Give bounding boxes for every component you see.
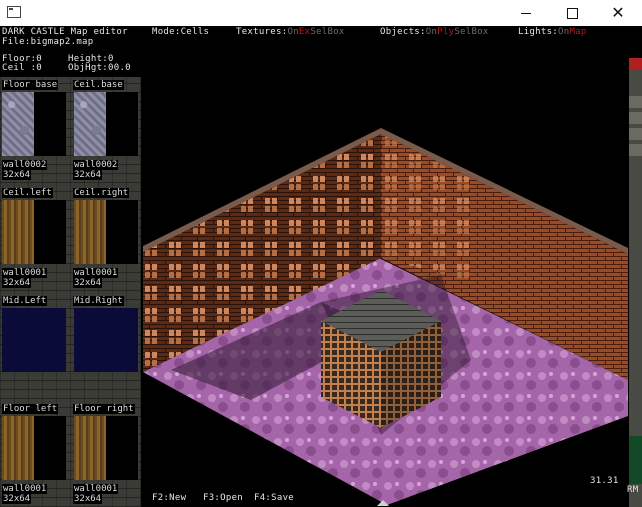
mid-right-label: Mid.Right — [73, 296, 124, 306]
tool-icon-active[interactable] — [629, 58, 642, 70]
ceil-left-label: Ceil.left — [2, 188, 53, 198]
close-button[interactable]: ✕ — [595, 0, 641, 26]
window-titlebar: ✕ — [0, 0, 642, 26]
objects-ply[interactable]: Ply — [437, 27, 454, 37]
objects-toggle[interactable]: Objects:OnPlySelBox — [380, 27, 489, 37]
mode-toggle[interactable]: Mode:Cells — [152, 27, 209, 37]
ceil-right-label: Ceil.right — [73, 188, 130, 198]
tool-icon-2[interactable] — [629, 112, 642, 124]
floor-left-texname: wall0001 — [2, 484, 48, 494]
ceil-base-texture[interactable] — [74, 92, 138, 156]
f3-open-shortcut[interactable]: F3:Open — [203, 493, 243, 503]
maximize-button[interactable] — [549, 0, 595, 26]
objhgt-value[interactable]: ObjHgt:00.0 — [68, 63, 131, 73]
mid-left-texture[interactable] — [2, 308, 66, 372]
tool-icon-1[interactable] — [629, 96, 642, 108]
objects-label: Objects: — [380, 27, 426, 37]
rm-indicator: RM — [627, 485, 639, 495]
textures-toggle[interactable]: Textures:OnExSelBox — [236, 27, 345, 37]
f2-new-shortcut[interactable]: F2:New — [152, 493, 186, 503]
textures-label: Textures: — [236, 27, 288, 37]
lights-toggle[interactable]: Lights:OnMap — [518, 27, 587, 37]
floor-left-texsize: 32x64 — [2, 494, 32, 504]
mid-right-texture[interactable] — [74, 308, 138, 372]
close-icon: ✕ — [611, 3, 625, 22]
app-title: DARK CASTLE Map editor — [2, 27, 128, 37]
level-indicator — [629, 436, 642, 484]
ceil-right-texname: wall0001 — [73, 268, 119, 278]
ceil-left-texsize: 32x64 — [2, 278, 32, 288]
ceil-base-texsize: 32x64 — [73, 170, 103, 180]
file-name: File:bigmap2.map — [2, 37, 94, 47]
ceil-left-texname: wall0001 — [2, 268, 48, 278]
fps-counter: 31.31 — [590, 476, 619, 486]
app-window-icon — [7, 6, 21, 18]
floor-base-texture[interactable] — [2, 92, 66, 156]
objects-selbox[interactable]: SelBox — [454, 27, 488, 37]
room-render — [143, 128, 628, 506]
lights-on[interactable]: On — [558, 27, 569, 37]
floor-right-texsize: 32x64 — [73, 494, 103, 504]
ceil-left-texture[interactable] — [2, 200, 66, 264]
floor-base-label: Floor base — [2, 80, 59, 90]
floor-right-label: Floor right — [73, 404, 135, 414]
floor-right-texname: wall0001 — [73, 484, 119, 494]
ceil-value[interactable]: Ceil :0 — [2, 63, 42, 73]
ceil-base-label: Ceil.base — [73, 80, 124, 90]
tool-icon-4[interactable] — [629, 144, 642, 156]
floor-left-label: Floor left — [2, 404, 59, 414]
ceil-right-texsize: 32x64 — [73, 278, 103, 288]
lights-map[interactable]: Map — [569, 27, 586, 37]
ceil-right-texture[interactable] — [74, 200, 138, 264]
mid-left-label: Mid.Left — [2, 296, 48, 306]
textures-selbox[interactable]: SelBox — [310, 27, 344, 37]
f4-save-shortcut[interactable]: F4:Save — [254, 493, 294, 503]
lights-label: Lights: — [518, 27, 559, 37]
textures-on[interactable]: On — [287, 27, 298, 37]
tool-icon-3[interactable] — [629, 128, 642, 140]
floor-left-texture[interactable] — [2, 416, 66, 480]
floor-base-texsize: 32x64 — [2, 170, 32, 180]
floor-right-texture[interactable] — [74, 416, 138, 480]
isometric-viewport[interactable] — [141, 40, 629, 507]
textures-ex[interactable]: Ex — [299, 27, 310, 37]
texture-sidebar: Floor base Ceil.base wall0002 32x64 wall… — [0, 77, 141, 507]
minimize-icon — [521, 12, 531, 14]
objects-on[interactable]: On — [426, 27, 437, 37]
minimize-button[interactable] — [503, 0, 549, 26]
maximize-icon — [566, 7, 578, 19]
floor-base-texname: wall0002 — [2, 160, 48, 170]
ceil-base-texname: wall0002 — [73, 160, 119, 170]
map-editor-app: DARK CASTLE Map editor File:bigmap2.map … — [0, 26, 642, 507]
